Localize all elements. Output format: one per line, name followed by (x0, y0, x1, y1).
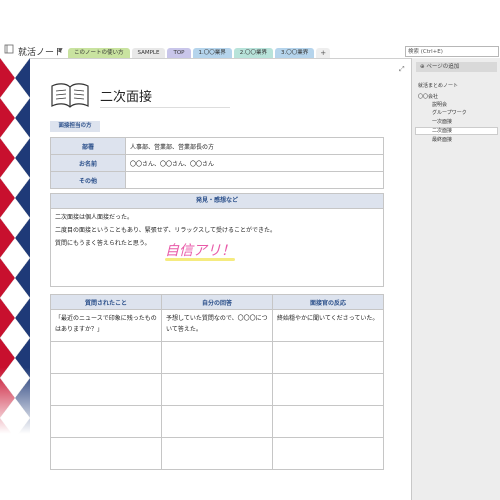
section-tabs: このノートの使い方 SAMPLE TOP 1.〇〇業界 2.〇〇業界 3.〇〇業界 + (68, 48, 331, 58)
tab-4[interactable]: 1.〇〇業界 (192, 48, 232, 58)
notebook-title[interactable]: 就活ノート (18, 45, 63, 58)
table-cell[interactable] (161, 373, 273, 406)
column-header: 面接官の反応 (272, 294, 384, 310)
table-cell[interactable] (272, 437, 384, 470)
table-row (50, 437, 384, 470)
table-cell[interactable] (272, 341, 384, 374)
column-header: 自分の回答 (161, 294, 273, 310)
add-page-button[interactable]: ⊕ ページの追加 (416, 62, 497, 72)
table-cell[interactable] (272, 373, 384, 406)
divider (0, 58, 411, 59)
table-cell[interactable] (50, 341, 162, 374)
table-row (50, 373, 384, 406)
impression-line: 二次面接は個人面接だった。 (55, 214, 134, 221)
page-list-item[interactable]: グループワーク (432, 109, 467, 116)
table-header-row: 質問されたこと 自分の回答 面接官の反応 (50, 294, 384, 310)
row-key: その他 (50, 171, 126, 189)
row-value[interactable] (125, 171, 384, 189)
table-row: お名前 〇〇さん、〇〇さん、〇〇さん (50, 154, 384, 172)
page-list-panel: ⊕ ページの追加 就活まとめノート 〇〇会社 説明会 グループワーク 一次面接二次面接最… (411, 58, 500, 500)
page-list-item[interactable]: 〇〇会社 (418, 93, 438, 100)
tab-1[interactable]: このノートの使い方 (68, 48, 130, 58)
table-cell[interactable] (161, 437, 273, 470)
table-cell[interactable] (161, 405, 273, 438)
table-cell[interactable]: 終始穏やかに聞いてくださっていた。 (272, 309, 384, 342)
tab-5[interactable]: 2.〇〇業界 (233, 48, 273, 58)
row-value[interactable]: 〇〇さん、〇〇さん、〇〇さん (125, 154, 384, 172)
chevron-down-icon[interactable]: ▼ (58, 47, 63, 54)
impressions-header: 発見・感想など (51, 194, 383, 209)
table-cell[interactable]: 「最近のニュースで印象に残ったものはありますか？」 (50, 309, 162, 342)
open-book-icon (51, 83, 89, 108)
title-underline (100, 107, 230, 108)
notebook-icon (4, 44, 14, 54)
table-row: その他 (50, 171, 384, 189)
table-cell[interactable]: 予想していた質問なので、〇〇〇について答えた。 (161, 309, 273, 342)
interviewer-section-label: 面接担当の方 (50, 121, 100, 132)
table-cell[interactable] (50, 373, 162, 406)
row-value[interactable]: 人事部、営業部、営業部長の方 (125, 137, 384, 155)
tab-3[interactable]: TOP (167, 48, 191, 58)
row-key: 部署 (50, 137, 126, 155)
table-row: 部署 人事部、営業部、営業部長の方 (50, 137, 384, 155)
interviewer-table: 部署 人事部、営業部、営業部長の方 お名前 〇〇さん、〇〇さん、〇〇さん その他 (50, 137, 384, 189)
table-cell[interactable] (161, 341, 273, 374)
argyle-decoration (0, 58, 30, 500)
page-list-item[interactable]: 就活まとめノート (418, 82, 458, 89)
table-cell[interactable] (50, 405, 162, 438)
column-header: 質問されたこと (50, 294, 162, 310)
table-row (50, 341, 384, 374)
title-bar: 就活ノート ▼ このノートの使い方 SAMPLE TOP 1.〇〇業界 2.〇〇業界 3.… (0, 0, 500, 58)
page-list-item[interactable]: 説明会 (432, 101, 447, 108)
row-key: お名前 (50, 154, 126, 172)
table-cell[interactable] (272, 405, 384, 438)
search-input[interactable]: 検索 (Ctrl+E) (405, 46, 499, 57)
page-list-item[interactable]: 最終面接 (432, 136, 452, 143)
table-cell[interactable] (50, 437, 162, 470)
tab-6[interactable]: 3.〇〇業界 (275, 48, 315, 58)
expand-icon[interactable]: ⤢ (399, 65, 405, 74)
handwritten-note: 自信アリ！ (165, 243, 235, 259)
table-row (50, 405, 384, 438)
add-section-button[interactable]: + (316, 48, 331, 58)
impression-line: 二度目の面接ということもあり、緊張せず、リラックスして受けることができた。 (55, 227, 276, 234)
table-row: 「最近のニュースで印象に残ったものはありますか？」 予想していた質問なので、〇〇〇… (50, 309, 384, 342)
impression-line: 質問にもうまく答えられたと思う。 (55, 240, 151, 247)
page-title[interactable]: 二次面接 (100, 86, 152, 105)
page-list-item[interactable]: 二次面接 (415, 127, 498, 135)
tab-2[interactable]: SAMPLE (131, 48, 166, 58)
qa-table: 質問されたこと 自分の回答 面接官の反応 「最近のニュースで印象に残ったものはあ… (50, 294, 384, 470)
page-list-item[interactable]: 一次面接 (432, 118, 452, 125)
